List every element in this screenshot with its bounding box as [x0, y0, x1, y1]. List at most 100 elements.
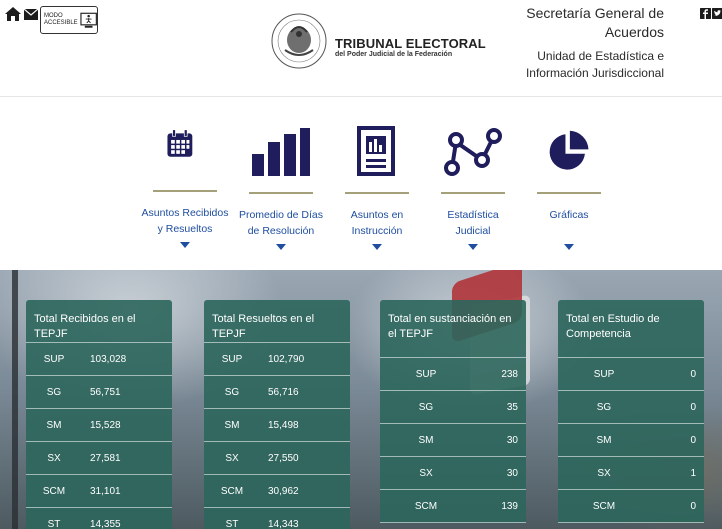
home-icon[interactable] [5, 7, 21, 21]
sala-label: SG [46, 386, 62, 398]
nav-item-asuntos-instruccion[interactable]: Asuntos en Instrucción [329, 98, 425, 250]
chevron-down-icon[interactable] [468, 244, 478, 250]
card-title: Total Resueltos en el TEPJF [204, 300, 350, 343]
nav-label: Asuntos Recibidos y Resueltos [137, 205, 233, 237]
twitter-icon[interactable] [712, 8, 722, 19]
line-nodes-icon [444, 128, 502, 176]
sala-label: SUP [43, 353, 65, 365]
chevron-down-icon[interactable] [564, 244, 574, 250]
table-row: SCM 30,962 [204, 475, 350, 508]
sala-value: 30 [506, 467, 518, 479]
chevron-down-icon[interactable] [276, 244, 286, 250]
pie-chart-icon [549, 130, 589, 170]
table-row: SG 0 [558, 391, 704, 424]
sala-value: 15,498 [268, 419, 299, 431]
sala-label: SUP [593, 368, 615, 380]
sala-label: ST [225, 518, 239, 529]
facebook-icon[interactable] [700, 8, 711, 19]
table-row: SX 27,550 [204, 442, 350, 475]
sala-label: SM [418, 434, 434, 446]
nav-label: Promedio de Días de Resolución [233, 207, 329, 239]
table-row: SUP 238 [380, 358, 526, 391]
sala-label: SX [225, 452, 239, 464]
table-row: SCM 139 [380, 490, 526, 523]
sala-value: 102,790 [268, 353, 305, 365]
sala-value: 14,343 [268, 518, 299, 529]
nav-label: Asuntos en Instrucción [329, 207, 425, 239]
nav-item-promedio-dias[interactable]: Promedio de Días de Resolución [233, 98, 329, 250]
sala-label: SCM [592, 500, 616, 512]
table-row: SG 35 [380, 391, 526, 424]
chevron-down-icon[interactable] [180, 242, 190, 248]
nav-label-line2 [521, 223, 617, 239]
card-total-estudio-competencia: Total en Estudio de Competencia SUP 0 SG 0… [558, 300, 704, 523]
secretaria-title: Secretaría General de Acuerdos [474, 4, 664, 42]
nav-divider [441, 192, 505, 194]
sala-label: SX [597, 467, 611, 479]
stats-hero: Total Recibidos en el TEPJF SUP 103,028 S… [0, 270, 722, 529]
nav-item-estadistica-judicial[interactable]: Estadística Judicial [425, 98, 521, 250]
sala-value: 0 [690, 401, 696, 413]
table-row: SCM 0 [558, 490, 704, 523]
nav-label-line2: Instrucción [351, 225, 403, 237]
card-title: Total en sustanciación en el TEPJF [380, 300, 526, 358]
sala-label: SG [224, 386, 240, 398]
nav-item-graficas[interactable]: Gráficas [521, 98, 617, 250]
sala-value: 0 [690, 434, 696, 446]
sala-label: SCM [42, 485, 66, 497]
flag-pole [12, 270, 18, 529]
accessible-label-line2: ACCESIBLE [44, 20, 78, 26]
sala-label: SM [596, 434, 612, 446]
sala-value: 56,751 [90, 386, 121, 398]
sala-label: SX [419, 467, 433, 479]
accessible-mode-label: MODO ACCESIBLE [44, 13, 78, 27]
sala-label: SUP [415, 368, 437, 380]
sala-value: 14,355 [90, 518, 121, 529]
card-title: Total Recibidos en el TEPJF [26, 300, 172, 343]
card-title: Total en Estudio de Competencia [558, 300, 704, 358]
sala-value: 27,581 [90, 452, 121, 464]
secretaria-block: Secretaría General de Acuerdos Unidad de… [474, 4, 664, 82]
unidad-line2: Información Jurisdiccional [525, 66, 664, 80]
sala-value: 30,962 [268, 485, 299, 497]
card-total-recibidos: Total Recibidos en el TEPJF SUP 103,028 S… [26, 300, 172, 529]
sala-label: SUP [221, 353, 243, 365]
main-nav: Asuntos Recibidos y Resueltos Promedio d… [0, 98, 722, 270]
nav-label-line2: Judicial [455, 225, 491, 237]
tribunal-subtitle: del Poder Judicial de la Federación [335, 51, 453, 58]
mexico-seal-icon [271, 13, 327, 69]
table-row: SX 27,581 [26, 442, 172, 475]
chevron-down-icon[interactable] [372, 244, 382, 250]
accessible-label-line1: MODO [44, 13, 63, 19]
sala-label: SCM [220, 485, 244, 497]
sala-value: 31,101 [90, 485, 121, 497]
sala-label: SG [418, 401, 434, 413]
table-row: SG 56,751 [26, 376, 172, 409]
table-row: SX 30 [380, 457, 526, 490]
table-row: SCM 31,101 [26, 475, 172, 508]
sala-value: 35 [506, 401, 518, 413]
table-row: SUP 0 [558, 358, 704, 391]
accessible-mode-button[interactable]: MODO ACCESIBLE [40, 6, 98, 34]
nav-item-asuntos-recibidos[interactable]: Asuntos Recibidos y Resueltos [137, 98, 233, 248]
sala-value: 30 [506, 434, 518, 446]
sala-label: SG [596, 401, 612, 413]
sala-value: 0 [690, 368, 696, 380]
tribunal-title: TRIBUNAL ELECTORAL [335, 36, 486, 51]
sala-label: ST [47, 518, 61, 529]
sala-value: 56,716 [268, 386, 299, 398]
accessibility-icon [80, 12, 97, 28]
table-row: ST 14,355 [26, 508, 172, 529]
sala-value: 238 [501, 368, 518, 380]
calendar-icon [167, 129, 193, 157]
table-row: SUP 102,790 [204, 343, 350, 376]
nav-divider [345, 192, 409, 194]
sala-label: SM [224, 419, 240, 431]
mail-icon[interactable] [24, 9, 38, 20]
card-total-resueltos: Total Resueltos en el TEPJF SUP 102,790 S… [204, 300, 350, 529]
sala-value: 1 [690, 467, 696, 479]
sala-label: SCM [414, 500, 438, 512]
nav-label-line2: y Resueltos [157, 223, 213, 235]
table-row: SM 0 [558, 424, 704, 457]
nav-label: Gráficas [521, 207, 617, 239]
